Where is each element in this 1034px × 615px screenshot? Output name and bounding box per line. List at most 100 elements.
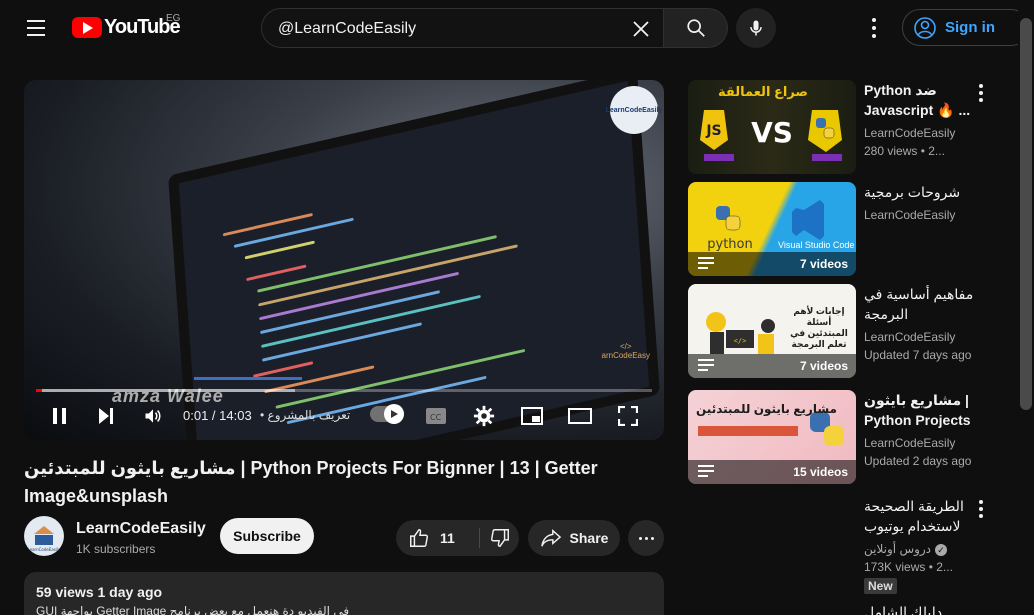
captions-icon: CC — [426, 408, 446, 424]
recommendation-info: مشاريع بايثون | Python Projects LearnCod… — [864, 390, 976, 470]
subscribe-button[interactable]: Subscribe — [220, 518, 314, 554]
recommendation-title[interactable]: Python ضد Javascript 🔥 ... — [864, 80, 976, 120]
pause-icon — [53, 408, 66, 424]
recommendation-info: Python ضد Javascript 🔥 ... LearnCodeEasi… — [864, 80, 976, 160]
more-vert-icon[interactable] — [862, 16, 886, 40]
recommendation-channel[interactable]: LearnCodeEasily — [864, 206, 976, 224]
playlist-icon — [698, 359, 714, 373]
settings-button[interactable] — [468, 400, 500, 432]
miniplayer-button[interactable] — [516, 400, 548, 432]
dislike-button[interactable] — [480, 520, 519, 556]
recommendation-meta: 173K views • 2... — [864, 560, 953, 574]
account-circle-icon — [914, 16, 936, 39]
svg-text:VS: VS — [751, 116, 793, 149]
progress-bar[interactable] — [36, 389, 652, 392]
channel-row: LearnCodeEasily LearnCodeEasily 1K subsc… — [24, 516, 664, 560]
close-icon[interactable] — [629, 17, 653, 41]
next-button[interactable] — [90, 400, 122, 432]
description-box[interactable]: 59 views 1 day ago في الفيديو دة هنعمل م… — [24, 572, 664, 615]
recommendation-channel[interactable]: LearnCodeEasily — [864, 434, 976, 452]
thumbnail-caption: إجابات لأهم أسئلة المبتدئين في تعلم البر… — [790, 306, 848, 349]
gear-icon — [473, 405, 495, 427]
chapter-segment — [194, 377, 302, 380]
like-button[interactable]: 11 — [396, 520, 479, 556]
sign-in-button[interactable]: Sign in — [902, 9, 1029, 46]
recommendation-channel[interactable]: LearnCodeEasily — [864, 124, 976, 142]
progress-played — [36, 389, 43, 392]
recommendation-meta: 280 views • 2... — [864, 144, 945, 158]
playlist-thumbnail[interactable]: مشاريع بايثون للمبتدئين 15 videos — [688, 390, 856, 484]
page-scrollbar[interactable] — [1018, 0, 1034, 615]
menu-icon[interactable] — [20, 12, 52, 44]
recommendation-info: مفاهيم أساسية في البرمجة LearnCodeEasily… — [864, 284, 976, 364]
thumbs-up-icon — [410, 529, 429, 547]
autoplay-toggle[interactable] — [370, 404, 404, 424]
more-vert-icon[interactable] — [978, 84, 984, 102]
recommendation-title[interactable]: الطريقة الصحيحة لاستخدام يوتيوب — [864, 496, 976, 536]
search-button[interactable] — [664, 8, 728, 48]
recommendation-title[interactable]: مفاهيم أساسية في البرمجة — [864, 284, 976, 324]
region-code: EG — [166, 13, 181, 24]
playlist-icon — [698, 257, 714, 271]
voice-search-button[interactable] — [736, 8, 776, 48]
fullscreen-icon — [618, 406, 638, 426]
subscriber-count: 1K subscribers — [76, 542, 156, 556]
progress-loaded — [36, 389, 295, 392]
recommendation-title[interactable]: مشاريع بايثون | Python Projects — [864, 390, 976, 430]
recommendation-title[interactable]: شروحات برمجية — [864, 182, 976, 202]
share-button[interactable]: Share — [528, 520, 620, 556]
channel-watermark-logo-icon: </> arnCodeEasy — [601, 342, 650, 360]
player-controls: 0:01 / 14:03 • تعريف بالمشروع CC — [24, 400, 664, 432]
miniplayer-icon — [521, 407, 543, 425]
playlist-count: 15 videos — [793, 465, 848, 479]
playlist-icon — [698, 465, 714, 479]
fullscreen-button[interactable] — [612, 400, 644, 432]
sign-in-label: Sign in — [945, 19, 995, 36]
thumbnail-caption: Visual Studio Code — [778, 240, 855, 250]
theater-mode-button[interactable] — [564, 400, 596, 432]
volume-button[interactable] — [137, 400, 169, 432]
new-badge: New — [864, 578, 897, 594]
scrollbar-thumb[interactable] — [1020, 18, 1032, 410]
svg-text:LearnCodeEasily: LearnCodeEasily — [27, 547, 61, 552]
thumbs-down-icon — [490, 529, 509, 547]
masthead: YouTube EG @LearnCodeEasily Sign in — [0, 0, 1029, 56]
playlist-count: 7 videos — [799, 257, 848, 271]
theater-mode-icon — [568, 408, 592, 424]
share-icon — [540, 529, 561, 547]
autoplay-play-icon — [384, 404, 404, 424]
playlist-count-overlay: 15 videos — [688, 460, 856, 484]
channel-name[interactable]: LearnCodeEasily — [76, 520, 206, 538]
playlist-thumbnail[interactable]: python Visual Studio Code 7 videos — [688, 182, 856, 276]
video-player[interactable]: LearnCodeEasily </> arnCodeEasy amza Wale… — [24, 80, 664, 440]
playlist-count-overlay: 7 videos — [688, 252, 856, 276]
like-dislike-group: 11 — [396, 520, 519, 556]
more-actions-button[interactable] — [628, 520, 664, 556]
pause-button[interactable] — [44, 400, 76, 432]
search-input-value: @LearnCodeEasily — [278, 20, 417, 37]
channel-watermark-badge[interactable]: LearnCodeEasily — [606, 86, 662, 134]
recommendation-info: شروحات برمجية LearnCodeEasily — [864, 182, 976, 224]
chapter-title[interactable]: • تعريف بالمشروع — [260, 408, 350, 422]
views-and-date: 59 views 1 day ago — [36, 584, 163, 600]
playlist-count-overlay: 7 videos — [688, 354, 856, 378]
recommendation-channel[interactable]: دروس أونلاين — [864, 542, 931, 556]
captions-button[interactable]: CC — [420, 400, 452, 432]
recommendation-channel[interactable]: LearnCodeEasily — [864, 328, 976, 346]
recommendation-info: دليلك الشامل للتعرف — [864, 602, 976, 615]
video-title: مشاريع بايثون للمبتدئين | Python Project… — [24, 458, 598, 506]
svg-text:CC: CC — [430, 413, 442, 422]
search-input[interactable]: @LearnCodeEasily — [261, 8, 664, 48]
microphone-icon — [750, 20, 762, 36]
channel-logo-icon: LearnCodeEasily — [25, 517, 63, 555]
recommendation-title[interactable]: دليلك الشامل للتعرف — [864, 602, 976, 615]
youtube-logo[interactable]: YouTube — [72, 16, 181, 39]
more-vert-icon[interactable] — [978, 500, 984, 518]
description-preview: في الفيديو دة هنعمل مع بعض برنامج Getter… — [36, 604, 350, 615]
share-label: Share — [569, 530, 609, 546]
thumbnail-caption: مشاريع بايثون للمبتدئين — [696, 402, 837, 416]
recommendation-meta: Updated 7 days ago — [864, 348, 972, 362]
channel-avatar[interactable]: LearnCodeEasily — [24, 516, 64, 556]
playlist-thumbnail[interactable]: </> إجابات لأهم أسئلة المبتدئين في تعلم … — [688, 284, 856, 378]
video-thumbnail[interactable]: JS VS صراع العمالقة — [688, 80, 856, 174]
